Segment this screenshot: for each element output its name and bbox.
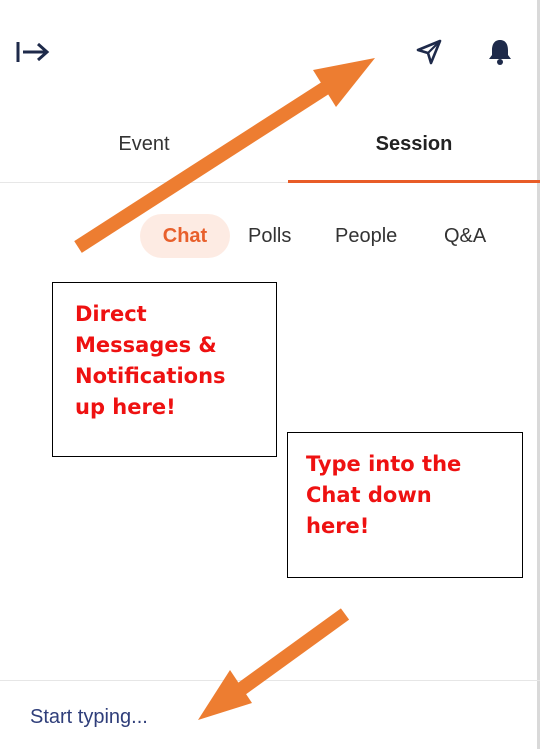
send-icon[interactable] [415,38,443,66]
chat-input[interactable] [30,699,510,735]
main-tabs: Event Session [0,110,540,183]
tab-session[interactable]: Session [288,110,540,183]
bell-icon[interactable] [485,36,515,66]
panel-header [0,0,540,110]
subtab-qa[interactable]: Q&A [444,214,486,258]
collapse-panel-icon[interactable] [16,40,52,64]
annotation-chat-input: Type into the Chat down here! [287,432,523,578]
session-panel: Event Session Chat Polls People Q&A Dire… [0,0,540,749]
chat-composer [0,680,540,750]
subtab-polls[interactable]: Polls [248,214,291,258]
annotation-direct-messages: Direct Messages & Notifications up here! [52,282,277,457]
session-subtabs: Chat Polls People Q&A [0,214,540,260]
tab-event[interactable]: Event [0,110,288,182]
subtab-chat[interactable]: Chat [140,214,230,258]
subtab-people[interactable]: People [335,214,397,258]
